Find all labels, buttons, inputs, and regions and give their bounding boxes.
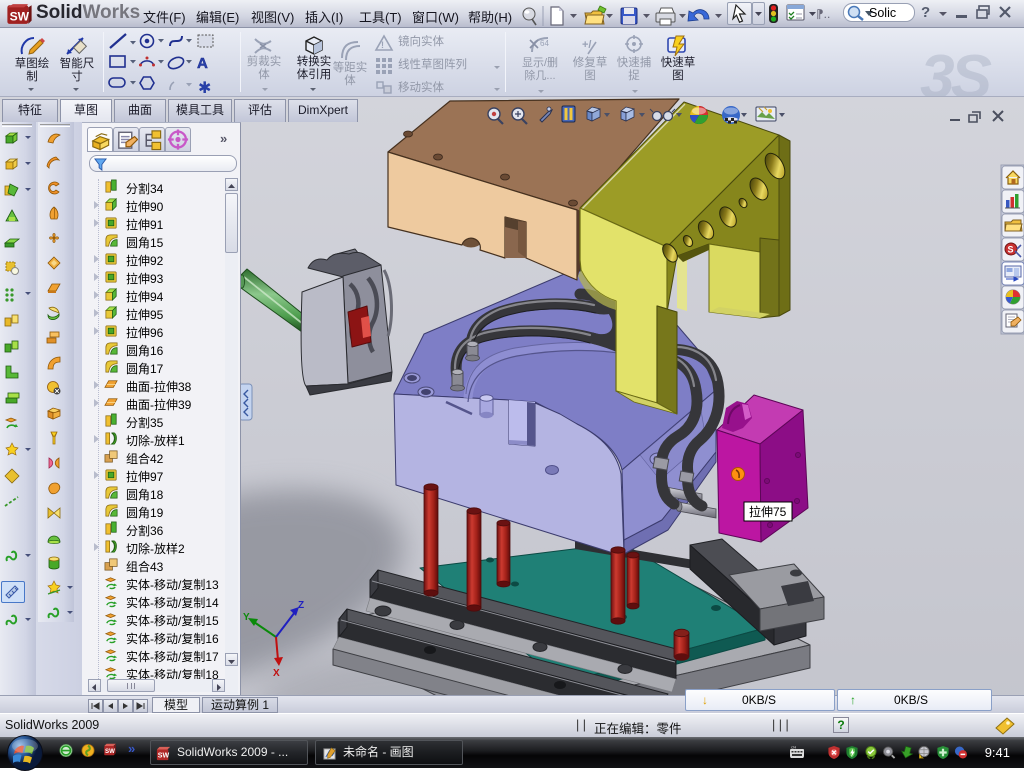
svg-text:A: A [197,55,208,72]
svg-text:X: X [273,668,280,679]
svg-text:CH: CH [791,746,796,750]
svg-text:拉伸75: 拉伸75 [749,504,787,519]
svg-text:!: ! [921,755,922,759]
svg-text:Z: Z [298,600,304,611]
svg-text:SW: SW [10,10,30,24]
svg-text:SW: SW [158,752,170,759]
svg-text:+/: +/ [582,39,591,51]
svg-text:✱: ✱ [198,80,211,94]
svg-text:SW: SW [105,748,115,755]
svg-text:S: S [1008,245,1014,255]
svg-text:!: ! [381,40,384,50]
svg-text:64: 64 [540,39,549,48]
svg-text:Y: Y [243,612,250,623]
